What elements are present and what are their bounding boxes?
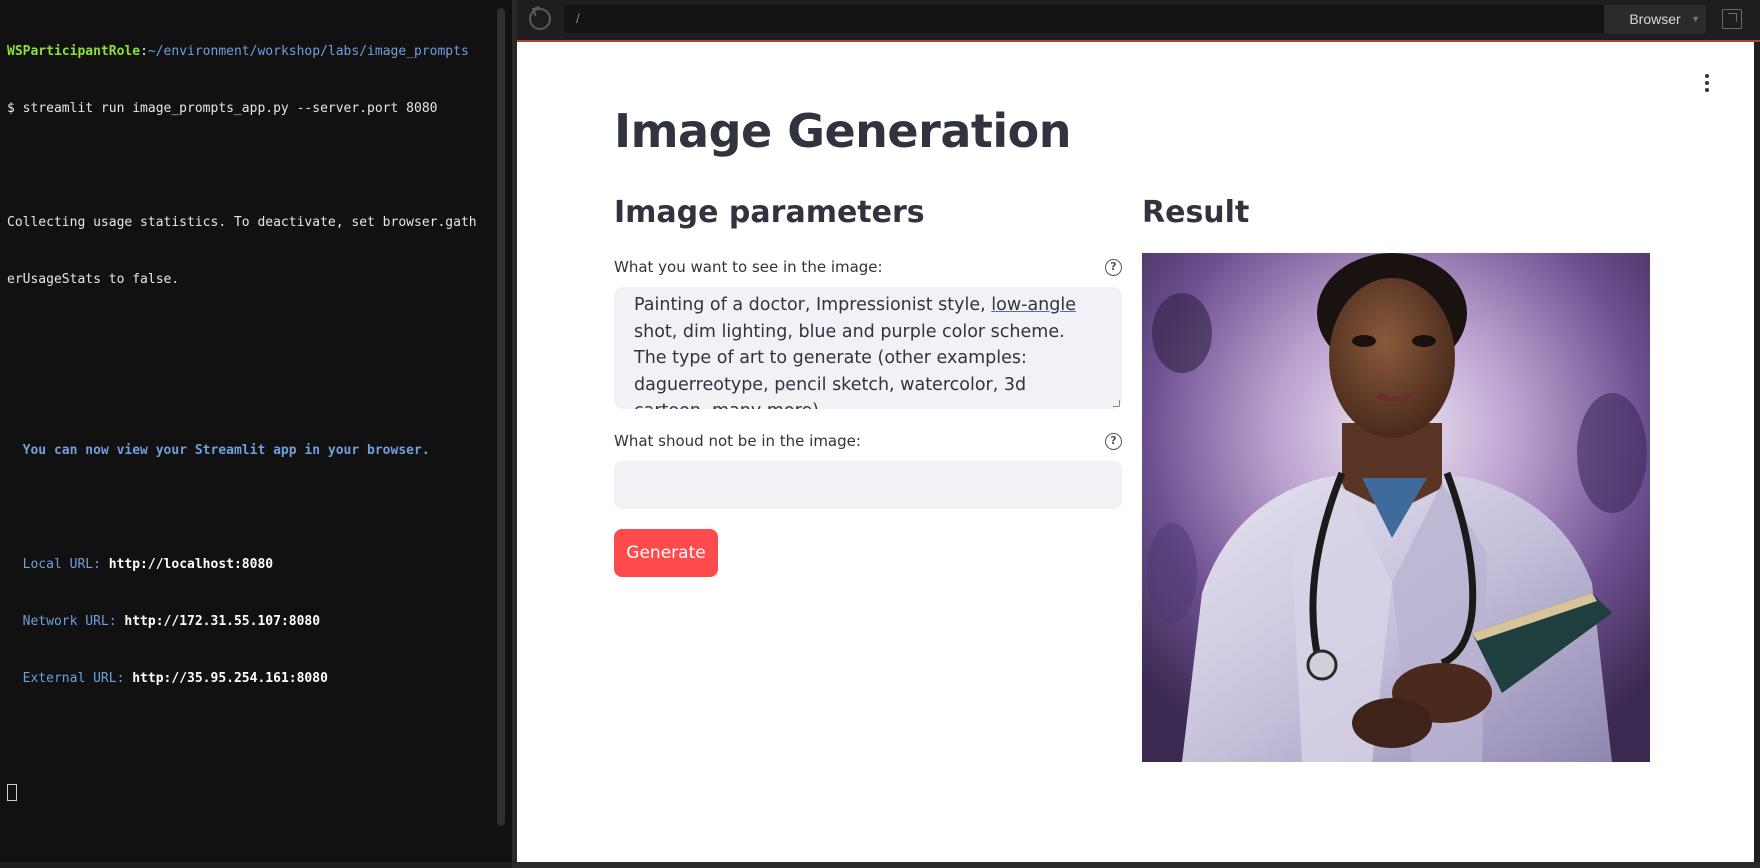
prompt-separator: : — [140, 44, 148, 59]
browser-dropdown-button[interactable]: Browser ▼ — [1604, 5, 1706, 34]
doctor-portrait-image — [1142, 253, 1650, 762]
prompt-text-part-2: shot, dim lighting, blue and purple colo… — [634, 321, 1065, 342]
help-icon[interactable]: ? — [1105, 259, 1122, 276]
browser-button-label: Browser — [1629, 11, 1681, 27]
help-icon[interactable]: ? — [1105, 433, 1122, 450]
resize-handle-icon[interactable] — [1113, 400, 1120, 407]
generate-button[interactable]: Generate — [614, 529, 718, 577]
terminal-output: WSParticipantRole:~/environment/workshop… — [7, 4, 497, 840]
view-message: You can now view your Streamlit app in y… — [7, 443, 430, 458]
command-line: $ streamlit run image_prompts_app.py --s… — [7, 101, 438, 116]
terminal-scrollbar[interactable] — [497, 8, 505, 826]
result-image — [1142, 253, 1650, 762]
browser-pane: / Browser ▼ Image Generation Image parame… — [517, 0, 1760, 868]
popout-icon[interactable] — [1722, 9, 1742, 29]
local-url-label: Local URL: — [7, 557, 109, 572]
usage-line-2: erUsageStats to false. — [7, 272, 180, 287]
url-bar[interactable]: / — [564, 5, 1616, 33]
external-url-label: External URL: — [7, 671, 133, 686]
browser-toolbar: / Browser ▼ — [517, 0, 1760, 40]
params-heading: Image parameters — [614, 195, 925, 230]
streamlit-page: Image Generation Image parameters Result… — [517, 42, 1754, 862]
negative-label: What shoud not be in the image: — [614, 432, 861, 450]
prompt-label: What you want to see in the image: — [614, 258, 883, 276]
prompt-path: ~/environment/workshop/labs/image_prompt… — [147, 44, 469, 59]
main-menu-icon[interactable] — [1705, 74, 1711, 94]
page-title: Image Generation — [614, 104, 1071, 158]
negative-prompt-input[interactable] — [614, 461, 1122, 509]
terminal-pane[interactable]: WSParticipantRole:~/environment/workshop… — [0, 0, 515, 868]
terminal-cursor — [7, 784, 17, 801]
reload-icon[interactable] — [529, 8, 551, 30]
chevron-down-icon: ▼ — [1691, 14, 1700, 24]
prompt-textarea[interactable]: Painting of a doctor, Impressionist styl… — [614, 287, 1122, 409]
network-url-label: Network URL: — [7, 614, 125, 629]
local-url[interactable]: http://localhost:8080 — [109, 557, 273, 572]
result-heading: Result — [1142, 195, 1250, 230]
prompt-text-part-1: Painting of a doctor, Impressionist styl… — [634, 295, 992, 315]
prompt-text-misspelled: low-angle — [991, 295, 1077, 315]
prompt-role: WSParticipantRole — [7, 44, 141, 59]
prompt-text-part-3: The type of art to generate (other examp… — [634, 348, 1027, 409]
network-url[interactable]: http://172.31.55.107:8080 — [124, 614, 320, 629]
external-url[interactable]: http://35.95.254.161:8080 — [132, 671, 328, 686]
usage-line-1: Collecting usage statistics. To deactiva… — [7, 215, 477, 230]
